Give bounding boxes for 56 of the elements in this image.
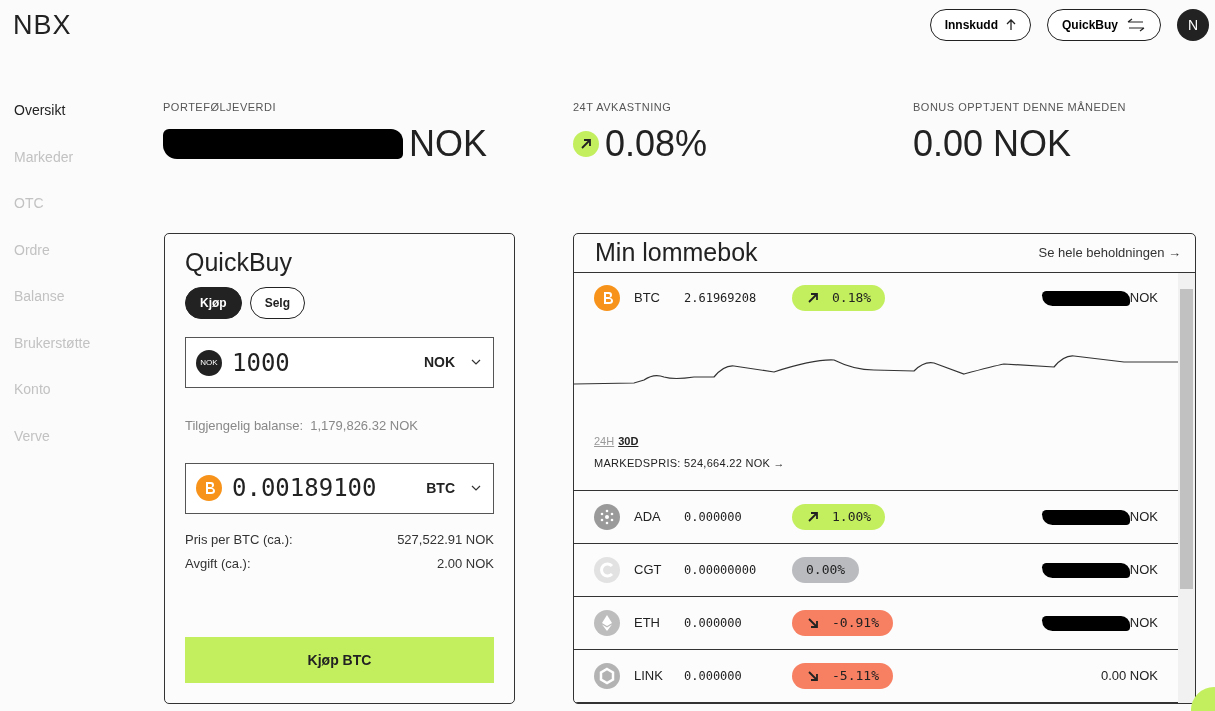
coin-icon <box>196 475 222 501</box>
stat-value: 0.08% <box>605 121 708 166</box>
coin-amount: 2.61969208 <box>684 290 758 307</box>
period-tab[interactable]: 30D <box>618 433 639 450</box>
caret-icon <box>471 359 481 366</box>
balance-text: Tilgjengelig balanse: 1,179,826.32 NOK <box>185 417 419 435</box>
coin-symbol: ADA <box>633 508 662 527</box>
detail-label: Avgift (ca.): <box>185 554 251 573</box>
amount-field[interactable]: NOK 1000 NOK <box>185 337 494 388</box>
sidebar-item[interactable]: Oversikt <box>14 100 163 147</box>
amount-field[interactable]: 0.00189100 BTC <box>185 462 494 514</box>
change-badge: -5.11% <box>792 663 893 689</box>
mode-tab[interactable]: Kjøp <box>185 287 242 319</box>
header-button[interactable]: Innskudd <box>929 9 1031 41</box>
currency-select[interactable]: BTC <box>426 477 481 499</box>
stat-label: PORTEFØLJEVERDI <box>163 100 278 115</box>
detail-label: Pris per BTC (ca.): <box>185 530 293 549</box>
currency-badge: NOK <box>196 349 222 376</box>
coin-amount: 0.000000 <box>684 668 743 685</box>
currency-select[interactable]: NOK <box>423 352 481 373</box>
coin-amount: 0.000000 <box>684 615 743 632</box>
stat-label: BONUS OPPTJENT DENNE MÅNEDEN <box>913 100 1128 115</box>
detail-value: 527,522.91 NOK <box>397 530 494 549</box>
change-badge: 0.00% <box>792 557 860 583</box>
coin-value: 0.00 NOK <box>1100 667 1158 686</box>
change-badge: 0.18% <box>792 285 886 311</box>
coin-value: NOK <box>1129 614 1158 633</box>
caret-icon <box>471 484 481 492</box>
coin-symbol: BTC <box>633 289 661 308</box>
buy-button[interactable]: Kjøp BTC <box>185 637 494 683</box>
stat-value: NOK <box>409 121 487 166</box>
avatar[interactable]: N <box>1177 9 1209 41</box>
mode-tab[interactable]: Selg <box>249 287 305 319</box>
detail-value: 2.00 NOK <box>436 554 494 573</box>
coin-amount: 0.000000 <box>684 509 743 526</box>
view-all-link[interactable]: Se hele beholdningen → <box>1038 243 1181 263</box>
market-price-link[interactable]: MARKEDSPRIS: 524,664.22 NOK → <box>574 449 785 490</box>
change-badge: 1.00% <box>792 504 886 530</box>
card-title: Min lommebok <box>595 237 758 269</box>
arrow-up-icon <box>1006 19 1016 31</box>
stat-label: 24T AVKASTNING <box>573 100 673 115</box>
scrollbar[interactable] <box>1178 273 1195 703</box>
trend-icon <box>573 130 599 157</box>
change-badge: -0.91% <box>792 610 893 636</box>
header-button[interactable]: QuickBuy <box>1047 9 1161 41</box>
logo[interactable]: NBX <box>13 9 72 41</box>
stat-value: 0.00 NOK <box>913 121 1072 166</box>
coin-value: NOK <box>1129 508 1158 527</box>
coin-symbol: ETH <box>633 614 661 633</box>
swap-icon <box>1126 18 1146 32</box>
coin-symbol: CGT <box>633 561 663 580</box>
coin-symbol: LINK <box>633 667 664 686</box>
coin-value: NOK <box>1129 289 1158 308</box>
coin-value: NOK <box>1129 561 1158 580</box>
coin-amount: 0.00000000 <box>684 562 758 579</box>
card-title: QuickBuy <box>185 247 293 278</box>
